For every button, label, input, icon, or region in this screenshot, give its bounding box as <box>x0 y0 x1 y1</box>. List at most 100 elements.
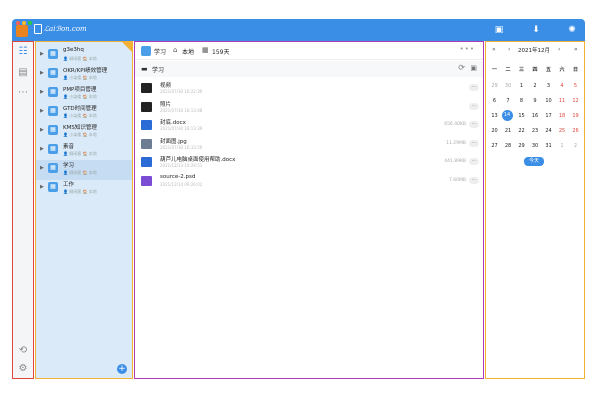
expand-arrow-icon[interactable]: ▶ <box>40 184 44 190</box>
file-more-button[interactable]: ⋯ <box>469 158 479 165</box>
calendar-day[interactable]: 13 <box>488 110 501 122</box>
calendar-day[interactable]: 10 <box>542 95 555 107</box>
calendar-day[interactable]: 8 <box>515 95 528 107</box>
prev-year-button[interactable]: « <box>492 46 496 53</box>
file-date: 2021/07/30 16:33:50 <box>160 144 203 150</box>
weekday-label: 三 <box>518 67 524 73</box>
workspace-meta: 👤 小柒楼 🏠 本地 <box>63 132 97 137</box>
app-window: ℒaiℬon.com ▣ ⬇ ✺ ☷ ▤ ⋯ ⟲ ⚙ ▶ ▦ g3e3hq 👤 柳闲客… <box>0 0 600 400</box>
settings-gear-icon[interactable]: ⚙ <box>16 362 30 376</box>
calendar-day[interactable]: 26 <box>569 125 582 137</box>
more-icon[interactable]: ⋯ <box>16 86 30 100</box>
workspace-item[interactable]: ▶ ▦ PMP项目管理 👤 小柒楼 🏠 本地 <box>36 84 132 104</box>
file-date: 2021/07/30 16:13:39 <box>160 126 203 131</box>
prev-month-button[interactable]: ‹ <box>508 46 510 53</box>
workspace-item[interactable]: ▶ ▦ OKR/KPI绩效管理 👤 小柒楼 🏠 本地 <box>36 65 132 85</box>
calendar-day[interactable]: 6 <box>488 95 501 107</box>
calendar-day[interactable]: 31 <box>542 140 555 152</box>
calendar-day[interactable]: 14 <box>501 110 513 121</box>
workspace-item[interactable]: ▶ ▦ g3e3hq 👤 柳闲客 🏠 本地 <box>36 46 132 66</box>
new-folder-icon[interactable]: ▣ <box>470 64 477 72</box>
document-icon[interactable]: ▤ <box>16 66 30 80</box>
calendar-day[interactable]: 21 <box>502 125 515 137</box>
settings-icon[interactable]: ✺ <box>566 24 578 36</box>
file-more-button[interactable]: ⋯ <box>469 121 479 128</box>
calendar-day[interactable]: 7 <box>502 95 515 107</box>
file-row[interactable]: 封底.docx 2021/07/30 16:13:39 656.40KB ⋯ <box>135 117 483 134</box>
next-month-button[interactable]: › <box>558 46 560 53</box>
workspace-tree: ▶ ▦ g3e3hq 👤 柳闲客 🏠 本地 ▶ ▦ OKR/KPI绩效管理 👤 小柒楼 🏠 本… <box>35 41 133 379</box>
add-workspace-button[interactable]: + <box>117 364 127 374</box>
word-icon <box>141 120 152 130</box>
calendar-day[interactable]: 4 <box>556 80 569 92</box>
calendar-day[interactable]: 28 <box>502 140 515 152</box>
calendar-day[interactable]: 1 <box>556 140 569 152</box>
expand-arrow-icon[interactable]: ▶ <box>40 89 44 95</box>
workspace-name: 学习 <box>63 163 75 169</box>
workspace-icon[interactable]: ☷ <box>16 45 30 59</box>
calendar-day[interactable]: 19 <box>569 110 582 122</box>
workspace-folder-icon: ▦ <box>48 125 58 135</box>
file-size: 7.60MB <box>449 177 466 183</box>
calendar-day[interactable]: 9 <box>529 95 542 107</box>
calendar-day[interactable]: 22 <box>515 125 528 137</box>
calendar-day[interactable]: 29 <box>488 80 501 92</box>
today-button[interactable]: 今天 <box>524 157 544 166</box>
message-icon[interactable]: ▣ <box>493 24 505 36</box>
file-name: 葫芦儿电脑桌面使用帮助.docx <box>160 157 236 163</box>
expand-arrow-icon[interactable]: ▶ <box>40 165 44 171</box>
file-more-button[interactable]: ⋯ <box>469 176 479 184</box>
workspace-name: 素音 <box>63 144 75 150</box>
folder-icon: ▬ <box>141 65 148 73</box>
workspace-item[interactable]: ▶ ▦ 工作 👤 柳闲客 🏠 本地 <box>36 179 132 199</box>
zoom-window-button[interactable] <box>28 21 32 25</box>
calendar-day[interactable]: 5 <box>569 80 582 92</box>
expand-arrow-icon[interactable]: ▶ <box>40 108 44 114</box>
sync-icon[interactable]: ⟲ <box>16 344 30 358</box>
download-icon[interactable]: ⬇ <box>530 24 542 36</box>
calendar-day[interactable]: 2 <box>569 140 582 152</box>
workspace-item[interactable]: ▶ ▦ 素音 👤 柳闲客 🏠 本地 <box>36 141 132 161</box>
file-row[interactable]: 封面图.jpg 2021/07/30 16:33:50 11.29MB ⋯ <box>135 136 483 153</box>
calendar-day[interactable]: 23 <box>529 125 542 137</box>
calendar-day[interactable]: 30 <box>502 80 515 92</box>
calendar-day[interactable]: 24 <box>542 125 555 137</box>
expand-arrow-icon[interactable]: ▶ <box>40 51 44 57</box>
calendar-day[interactable]: 12 <box>569 95 582 107</box>
file-date: 2021/07/30 16:13:48 <box>160 107 203 113</box>
next-year-button[interactable]: » <box>574 46 578 53</box>
psd-icon <box>141 175 152 186</box>
file-row[interactable]: 视频 2021/07/30 16:22:30 ⋯ <box>135 80 483 97</box>
calendar-day[interactable]: 18 <box>556 110 569 122</box>
refresh-icon[interactable]: ⟳ <box>458 63 465 72</box>
breadcrumb-label[interactable]: 学习 <box>152 65 164 74</box>
calendar-day[interactable]: 11 <box>556 95 569 107</box>
file-row[interactable]: 葫芦儿电脑桌面使用帮助.docx 2021/12/13 10:28:51 441.8… <box>135 154 483 171</box>
calendar-day[interactable]: 2 <box>529 80 542 92</box>
calendar-day[interactable]: 27 <box>488 140 501 152</box>
calendar-day[interactable]: 17 <box>542 110 555 122</box>
workspace-item[interactable]: ▶ ▦ 学习 👤 柳闲客 🏠 本地 <box>36 160 132 180</box>
calendar-day[interactable]: 29 <box>515 140 528 152</box>
workspace-meta: 👤 小柒楼 🏠 本地 <box>63 94 97 99</box>
expand-arrow-icon[interactable]: ▶ <box>40 146 44 152</box>
workspace-meta: 👤 小柒楼 🏠 本地 <box>63 75 97 80</box>
file-row[interactable]: 照片 2021/07/30 16:13:48 ⋯ <box>135 99 483 116</box>
file-more-button[interactable]: ⋯ <box>469 102 479 110</box>
calendar-day[interactable]: 15 <box>515 110 528 122</box>
calendar-day[interactable]: 30 <box>529 140 542 152</box>
more-options-button[interactable]: ••• <box>460 45 475 53</box>
calendar-day[interactable]: 16 <box>529 110 542 122</box>
expand-arrow-icon[interactable]: ▶ <box>40 70 44 76</box>
file-row[interactable]: source-2.psd 2021/12/14 09:26:02 7.60MB ⋯ <box>135 173 483 190</box>
file-more-button[interactable]: ⋯ <box>469 84 479 91</box>
calendar-day[interactable]: 20 <box>488 125 501 137</box>
file-more-button[interactable]: ⋯ <box>469 139 479 147</box>
calendar-day[interactable]: 1 <box>515 80 528 92</box>
calendar-day[interactable]: 25 <box>556 125 569 137</box>
calendar-day[interactable]: 3 <box>542 80 555 92</box>
workspace-item[interactable]: ▶ ▦ GTD时间管理 👤 小柒楼 🏠 本地 <box>36 103 132 123</box>
workspace-item[interactable]: ▶ ▦ KMS知识管理 👤 小柒楼 🏠 本地 <box>36 122 132 142</box>
workspace-name: 工作 <box>63 182 75 188</box>
expand-arrow-icon[interactable]: ▶ <box>40 127 44 133</box>
